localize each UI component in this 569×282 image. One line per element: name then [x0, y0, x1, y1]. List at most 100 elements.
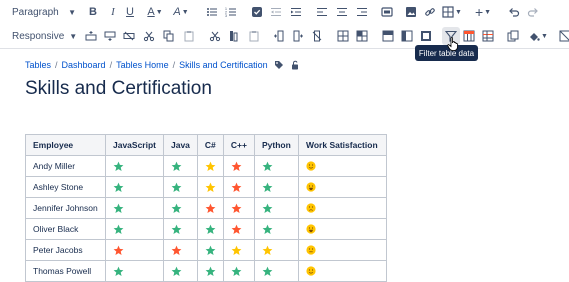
cell-python[interactable]: [254, 197, 299, 219]
green-star-icon: [262, 161, 273, 171]
undo-icon[interactable]: [505, 3, 523, 21]
unlock-icon[interactable]: [290, 60, 300, 70]
task-list-icon[interactable]: [248, 3, 266, 21]
header-cpp[interactable]: C++: [222, 134, 256, 156]
link-icon[interactable]: [421, 3, 439, 21]
cell-javascript[interactable]: [105, 239, 164, 261]
cell-java[interactable]: [163, 239, 198, 261]
paste-column-icon[interactable]: [245, 27, 263, 45]
breadcrumb-link-tables-home[interactable]: Tables Home: [116, 60, 169, 70]
paste-row-icon[interactable]: [180, 27, 198, 45]
cell-background-icon[interactable]: ▼: [526, 27, 550, 45]
breadcrumb-link-dashboard[interactable]: Dashboard: [62, 60, 106, 70]
table-style-icon[interactable]: [417, 27, 435, 45]
cell-csharp[interactable]: [196, 260, 224, 282]
cell-python[interactable]: [254, 155, 299, 177]
cell-cpp[interactable]: [222, 260, 256, 282]
cell-cpp[interactable]: [222, 155, 256, 177]
copy-row-icon[interactable]: [160, 27, 178, 45]
table-width-select[interactable]: Responsive ▼: [8, 26, 80, 46]
cell-employee[interactable]: Peter Jacobs: [25, 239, 106, 261]
header-row-icon[interactable]: [379, 27, 397, 45]
delete-table-icon[interactable]: [556, 27, 569, 45]
cell-employee[interactable]: Oliver Black: [25, 218, 106, 240]
cell-cpp[interactable]: [222, 197, 256, 219]
cell-javascript[interactable]: [105, 155, 164, 177]
cell-java[interactable]: [163, 197, 198, 219]
insert-row-before-icon[interactable]: [82, 27, 100, 45]
header-csharp[interactable]: C#: [196, 134, 224, 156]
cell-work-satisfaction[interactable]: [298, 239, 387, 261]
table-spreadsheet-icon[interactable]: [479, 27, 497, 45]
delete-row-icon[interactable]: [120, 27, 138, 45]
header-employee[interactable]: Employee: [25, 134, 106, 156]
header-column-icon[interactable]: [398, 27, 416, 45]
image-icon[interactable]: [402, 3, 420, 21]
cell-javascript[interactable]: [105, 260, 164, 282]
redo-icon[interactable]: [524, 3, 542, 21]
header-python[interactable]: Python: [254, 134, 299, 156]
cell-python[interactable]: [254, 260, 299, 282]
copy-column-icon[interactable]: [225, 27, 243, 45]
bullet-list-icon[interactable]: [203, 3, 221, 21]
italic-button[interactable]: I: [104, 3, 122, 21]
cell-employee[interactable]: Ashley Stone: [25, 176, 106, 198]
cell-csharp[interactable]: [196, 155, 224, 177]
table-insert-icon[interactable]: ▼: [440, 3, 464, 21]
cell-csharp[interactable]: [196, 197, 224, 219]
text-color-button[interactable]: A ▼: [143, 3, 167, 21]
align-right-icon[interactable]: [353, 3, 371, 21]
cell-cpp[interactable]: [222, 176, 256, 198]
cell-work-satisfaction[interactable]: [298, 155, 387, 177]
plus-insert-icon[interactable]: + ▼: [471, 3, 495, 21]
cell-employee[interactable]: Andy Miller: [25, 155, 106, 177]
cell-csharp[interactable]: [196, 176, 224, 198]
underline-button[interactable]: U: [121, 3, 139, 21]
cell-javascript[interactable]: [105, 218, 164, 240]
header-java[interactable]: Java: [163, 134, 198, 156]
merge-cells-icon[interactable]: [334, 27, 352, 45]
cell-java[interactable]: [163, 155, 198, 177]
header-work-satisfaction[interactable]: Work Satisfaction: [298, 134, 387, 156]
cell-python[interactable]: [254, 239, 299, 261]
breadcrumb-link-tables[interactable]: Tables: [25, 60, 51, 70]
cell-python[interactable]: [254, 218, 299, 240]
bold-button[interactable]: B: [84, 3, 102, 21]
cell-cpp[interactable]: [222, 218, 256, 240]
insert-row-after-icon[interactable]: [101, 27, 119, 45]
insert-column-before-icon[interactable]: [270, 27, 288, 45]
split-cells-icon[interactable]: [353, 27, 371, 45]
cell-cpp[interactable]: [222, 239, 256, 261]
cell-csharp[interactable]: [196, 239, 224, 261]
table-chart-icon[interactable]: [460, 27, 478, 45]
cell-python[interactable]: [254, 176, 299, 198]
numbered-list-icon[interactable]: 123: [222, 3, 240, 21]
cell-employee[interactable]: Jennifer Johnson: [25, 197, 106, 219]
cell-csharp[interactable]: [196, 218, 224, 240]
cell-java[interactable]: [163, 218, 198, 240]
cell-javascript[interactable]: [105, 197, 164, 219]
insert-column-after-icon[interactable]: [289, 27, 307, 45]
cell-employee[interactable]: Thomas Powell: [25, 260, 106, 282]
cell-work-satisfaction[interactable]: [298, 176, 387, 198]
copy-table-icon[interactable]: [504, 27, 522, 45]
layout-icon[interactable]: [378, 3, 396, 21]
outdent-icon[interactable]: [267, 3, 285, 21]
indent-icon[interactable]: [287, 3, 305, 21]
header-javascript[interactable]: JavaScript: [105, 134, 164, 156]
clear-format-icon[interactable]: A ▼: [170, 3, 192, 21]
label-tag-icon[interactable]: [274, 60, 284, 70]
align-center-icon[interactable]: [333, 3, 351, 21]
breadcrumb-link-current-page[interactable]: Skills and Certification: [179, 60, 268, 70]
cell-java[interactable]: [163, 260, 198, 282]
cell-work-satisfaction[interactable]: [298, 260, 387, 282]
paragraph-style-select[interactable]: Paragraph ▼: [8, 2, 80, 22]
cell-java[interactable]: [163, 176, 198, 198]
delete-column-icon[interactable]: [308, 27, 326, 45]
cell-javascript[interactable]: [105, 176, 164, 198]
cell-work-satisfaction[interactable]: [298, 197, 387, 219]
cut-column-icon[interactable]: [206, 27, 224, 45]
cut-row-icon[interactable]: [140, 27, 158, 45]
cell-work-satisfaction[interactable]: [298, 218, 387, 240]
align-left-icon[interactable]: [313, 3, 331, 21]
